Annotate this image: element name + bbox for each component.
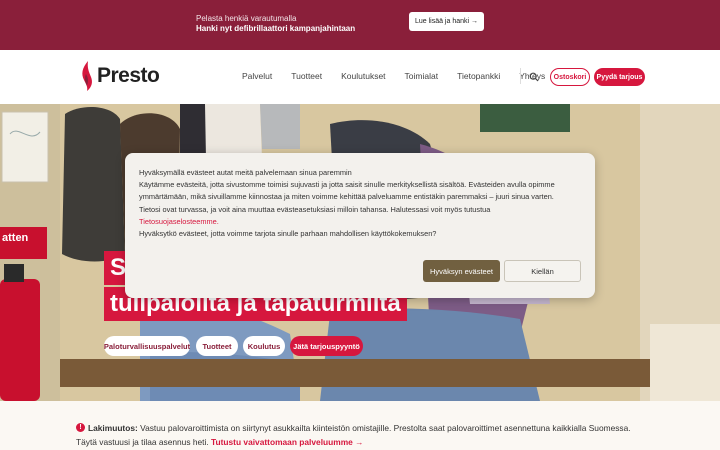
request-quote-button[interactable]: Pyydä tarjous [594,68,645,86]
cart-button[interactable]: Ostoskori [550,68,590,86]
pill-products[interactable]: Tuotteet [196,336,238,356]
promo-read-more-button[interactable]: Lue lisää ja hanki → [409,12,484,31]
pill-request-quote[interactable]: Jätä tarjouspyyntö [290,336,363,356]
notice-service-link[interactable]: Tutustu vaivattomaan palveluumme → [211,437,364,447]
nav-item-koulutukset[interactable]: Koulutukset [341,71,385,81]
cookie-line-4: Hyväksytkö evästeet, jotta voimme tarjot… [139,229,437,239]
cookie-line-3: Tietosi ovat turvassa, ja voit aina muut… [139,204,491,214]
main-nav: Palvelut Tuotteet Koulutukset Toimialat … [242,71,564,81]
pill-fire-safety-services[interactable]: Paloturvallisuuspalvelut [104,336,190,356]
flame-logo-icon [82,61,92,91]
exit-sign-text: atten [2,232,29,244]
nav-item-toimialat[interactable]: Toimialat [405,71,439,81]
nav-item-tuotteet[interactable]: Tuotteet [291,71,322,81]
promo-line-1: Pelasta henkiä varautumalla [196,14,297,23]
cookie-consent-dialog: Hyväksymällä evästeet autat meitä palvel… [125,153,595,298]
pill-training[interactable]: Koulutus [243,336,285,356]
reject-cookies-button[interactable]: Kiellän [504,260,581,282]
promo-line-2: Hanki nyt defibrillaattori kampanjahinta… [196,24,356,33]
search-icon[interactable] [529,72,539,82]
privacy-policy-link[interactable]: Tietosuojaselosteemme. [139,216,584,228]
notice-text: Lakimuutos: Vastuu palovaroittimista on … [76,421,646,449]
logo-wordmark: Presto [97,64,160,87]
promo-text: Pelasta henkiä varautumalla Hanki nyt de… [196,14,355,34]
cookie-text: Hyväksymällä evästeet autat meitä palvel… [139,167,584,240]
nav-item-tietopankki[interactable]: Tietopankki [457,71,500,81]
presto-logo[interactable]: Presto [79,60,160,92]
cookie-line-1: Hyväksymällä evästeet autat meitä palvel… [139,168,352,177]
nav-item-palvelut[interactable]: Palvelut [242,71,272,81]
nav-divider [520,68,521,84]
cookie-line-2: Käytämme evästeitä, jotta sivustomme toi… [139,180,555,202]
accept-cookies-button[interactable]: Hyväksyn evästeet [423,260,500,282]
promo-banner: Pelasta henkiä varautumalla Hanki nyt de… [0,0,720,50]
notice-bold-label: Lakimuutos: [88,423,138,433]
